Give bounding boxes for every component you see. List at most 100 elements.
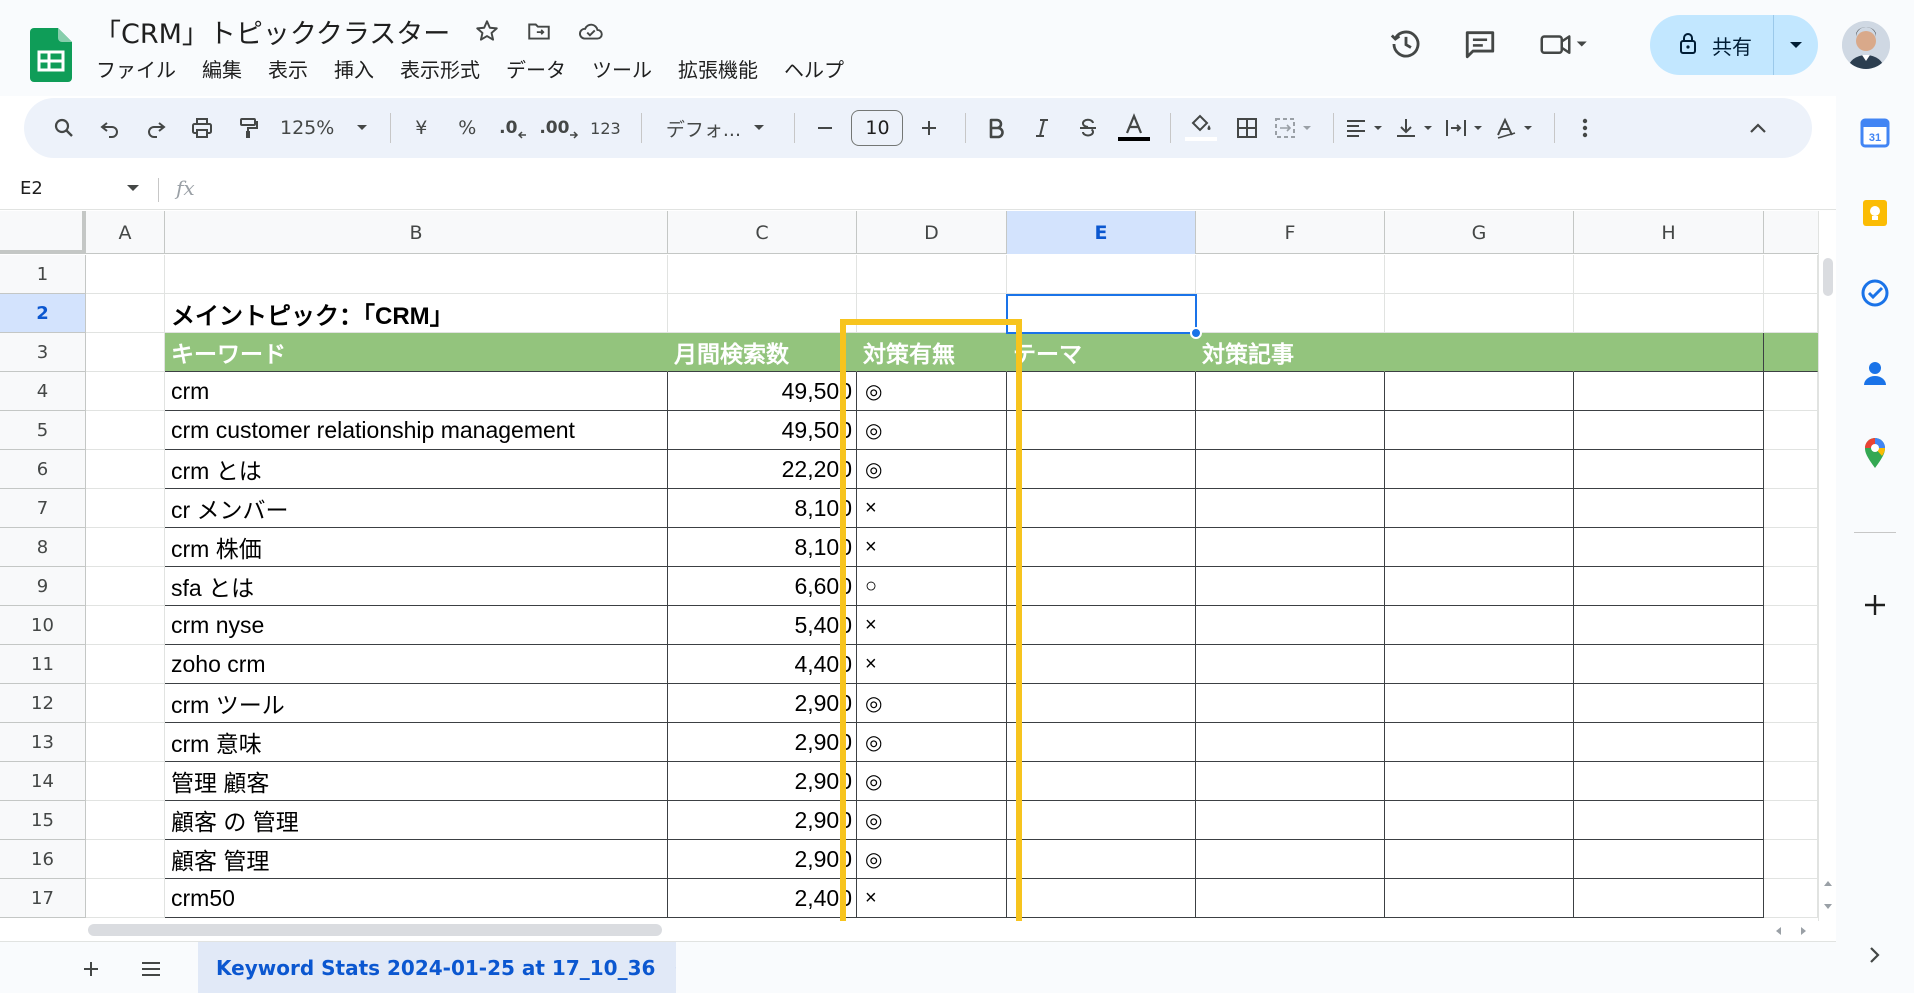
cell-c1[interactable] xyxy=(668,255,857,294)
keyword-cell[interactable]: 管理 顧客 xyxy=(165,762,668,801)
cell-g13[interactable] xyxy=(1385,723,1574,762)
increase-font-size-icon[interactable] xyxy=(909,106,949,150)
user-avatar[interactable] xyxy=(1842,21,1890,69)
keyword-cell[interactable]: crm50 xyxy=(165,879,668,918)
cell-a5[interactable] xyxy=(86,411,165,450)
cell-h2[interactable] xyxy=(1574,294,1764,333)
volume-cell[interactable]: 8,100 xyxy=(668,489,857,528)
cell-x17[interactable] xyxy=(1764,879,1818,918)
cell-f14[interactable] xyxy=(1196,762,1385,801)
cell-a7[interactable] xyxy=(86,489,165,528)
keyword-cell[interactable]: crm ツール xyxy=(165,684,668,723)
cell-h10[interactable] xyxy=(1574,606,1764,645)
cell-a9[interactable] xyxy=(86,567,165,606)
keyword-cell[interactable]: crm customer relationship management xyxy=(165,411,668,450)
cell-c2[interactable] xyxy=(668,294,857,333)
spreadsheet-grid[interactable]: A B C D E F G H 1 2 3 4 5 6 7 8 9 10 11 12 13 14 15 16 1… xyxy=(0,211,1836,921)
cell-f7[interactable] xyxy=(1196,489,1385,528)
move-folder-icon[interactable] xyxy=(522,14,556,48)
search-menus-icon[interactable] xyxy=(44,106,84,150)
column-header-g[interactable]: G xyxy=(1385,211,1574,254)
undo-icon[interactable] xyxy=(90,106,130,150)
menu-data[interactable]: データ xyxy=(504,54,568,83)
cell-b1[interactable] xyxy=(165,255,668,294)
cell-a15[interactable] xyxy=(86,801,165,840)
expand-panel-icon[interactable] xyxy=(1856,936,1894,974)
font-size-field[interactable]: 10 xyxy=(851,106,904,150)
status-cell[interactable]: ◎ xyxy=(857,450,1007,489)
cell-g4[interactable] xyxy=(1385,372,1574,411)
cell-h1[interactable] xyxy=(1574,255,1764,294)
row-header-10[interactable]: 10 xyxy=(0,606,86,645)
volume-cell[interactable]: 2,400 xyxy=(668,879,857,918)
strikethrough-icon[interactable] xyxy=(1068,106,1108,150)
menu-file[interactable]: ファイル xyxy=(94,54,178,83)
keyword-cell[interactable]: crm nyse xyxy=(165,606,668,645)
horizontal-scroll-thumb[interactable] xyxy=(88,924,662,936)
cell-x3[interactable] xyxy=(1764,333,1818,372)
status-cell[interactable]: ◎ xyxy=(857,840,1007,879)
cell-x5[interactable] xyxy=(1764,411,1818,450)
cell-e14[interactable] xyxy=(1007,762,1196,801)
cell-f1[interactable] xyxy=(1196,255,1385,294)
cell-x1[interactable] xyxy=(1764,255,1818,294)
scroll-left-icon[interactable] xyxy=(1774,926,1782,936)
status-cell[interactable]: ◎ xyxy=(857,762,1007,801)
cell-f13[interactable] xyxy=(1196,723,1385,762)
cell-f10[interactable] xyxy=(1196,606,1385,645)
cell-f15[interactable] xyxy=(1196,801,1385,840)
cell-e6[interactable] xyxy=(1007,450,1196,489)
row-header-6[interactable]: 6 xyxy=(0,450,86,489)
row-header-1[interactable]: 1 xyxy=(0,255,86,294)
volume-cell[interactable]: 6,600 xyxy=(668,567,857,606)
volume-cell[interactable]: 4,400 xyxy=(668,645,857,684)
cell-g6[interactable] xyxy=(1385,450,1574,489)
menu-format[interactable]: 表示形式 xyxy=(398,54,482,83)
vertical-scroll-thumb[interactable] xyxy=(1823,258,1833,296)
status-cell[interactable]: ◎ xyxy=(857,723,1007,762)
cell-h15[interactable] xyxy=(1574,801,1764,840)
row-header-4[interactable]: 4 xyxy=(0,372,86,411)
cell-a3[interactable] xyxy=(86,333,165,372)
version-history-icon[interactable] xyxy=(1380,18,1432,70)
borders-icon[interactable] xyxy=(1227,106,1267,150)
status-cell[interactable]: ◎ xyxy=(857,684,1007,723)
volume-cell[interactable]: 2,900 xyxy=(668,801,857,840)
decrease-decimal-button[interactable]: .0 xyxy=(493,106,533,150)
formula-input[interactable] xyxy=(220,174,1780,206)
currency-format-button[interactable]: ¥ xyxy=(401,106,441,150)
header-volume[interactable]: 月間検索数 xyxy=(668,333,857,372)
scroll-right-icon[interactable] xyxy=(1800,926,1808,936)
add-addon-icon[interactable] xyxy=(1856,586,1894,624)
cell-e15[interactable] xyxy=(1007,801,1196,840)
cell-g16[interactable] xyxy=(1385,840,1574,879)
status-cell[interactable]: × xyxy=(857,528,1007,567)
cell-x11[interactable] xyxy=(1764,645,1818,684)
volume-cell[interactable]: 49,500 xyxy=(668,372,857,411)
column-header-e[interactable]: E xyxy=(1007,211,1196,254)
print-icon[interactable] xyxy=(182,106,222,150)
cell-g17[interactable] xyxy=(1385,879,1574,918)
star-icon[interactable] xyxy=(470,14,504,48)
cell-f9[interactable] xyxy=(1196,567,1385,606)
font-size-value[interactable]: 10 xyxy=(851,110,904,146)
cell-e7[interactable] xyxy=(1007,489,1196,528)
zoom-select[interactable]: 125% xyxy=(274,106,374,150)
cell-h13[interactable] xyxy=(1574,723,1764,762)
menu-extensions[interactable]: 拡張機能 xyxy=(676,54,760,83)
cell-f16[interactable] xyxy=(1196,840,1385,879)
header-keyword[interactable]: キーワード xyxy=(165,333,668,372)
status-cell[interactable]: × xyxy=(857,489,1007,528)
cell-g10[interactable] xyxy=(1385,606,1574,645)
tasks-icon[interactable] xyxy=(1856,274,1894,312)
status-cell[interactable]: ◎ xyxy=(857,411,1007,450)
text-wrapping-icon[interactable] xyxy=(1444,106,1488,150)
row-header-17[interactable]: 17 xyxy=(0,879,86,918)
cell-x15[interactable] xyxy=(1764,801,1818,840)
keep-icon[interactable] xyxy=(1856,194,1894,232)
name-box-dropdown-icon[interactable] xyxy=(126,184,140,193)
header-article[interactable]: 対策記事 xyxy=(1196,333,1385,372)
vertical-align-icon[interactable] xyxy=(1394,106,1438,150)
cell-g11[interactable] xyxy=(1385,645,1574,684)
row-header-9[interactable]: 9 xyxy=(0,567,86,606)
